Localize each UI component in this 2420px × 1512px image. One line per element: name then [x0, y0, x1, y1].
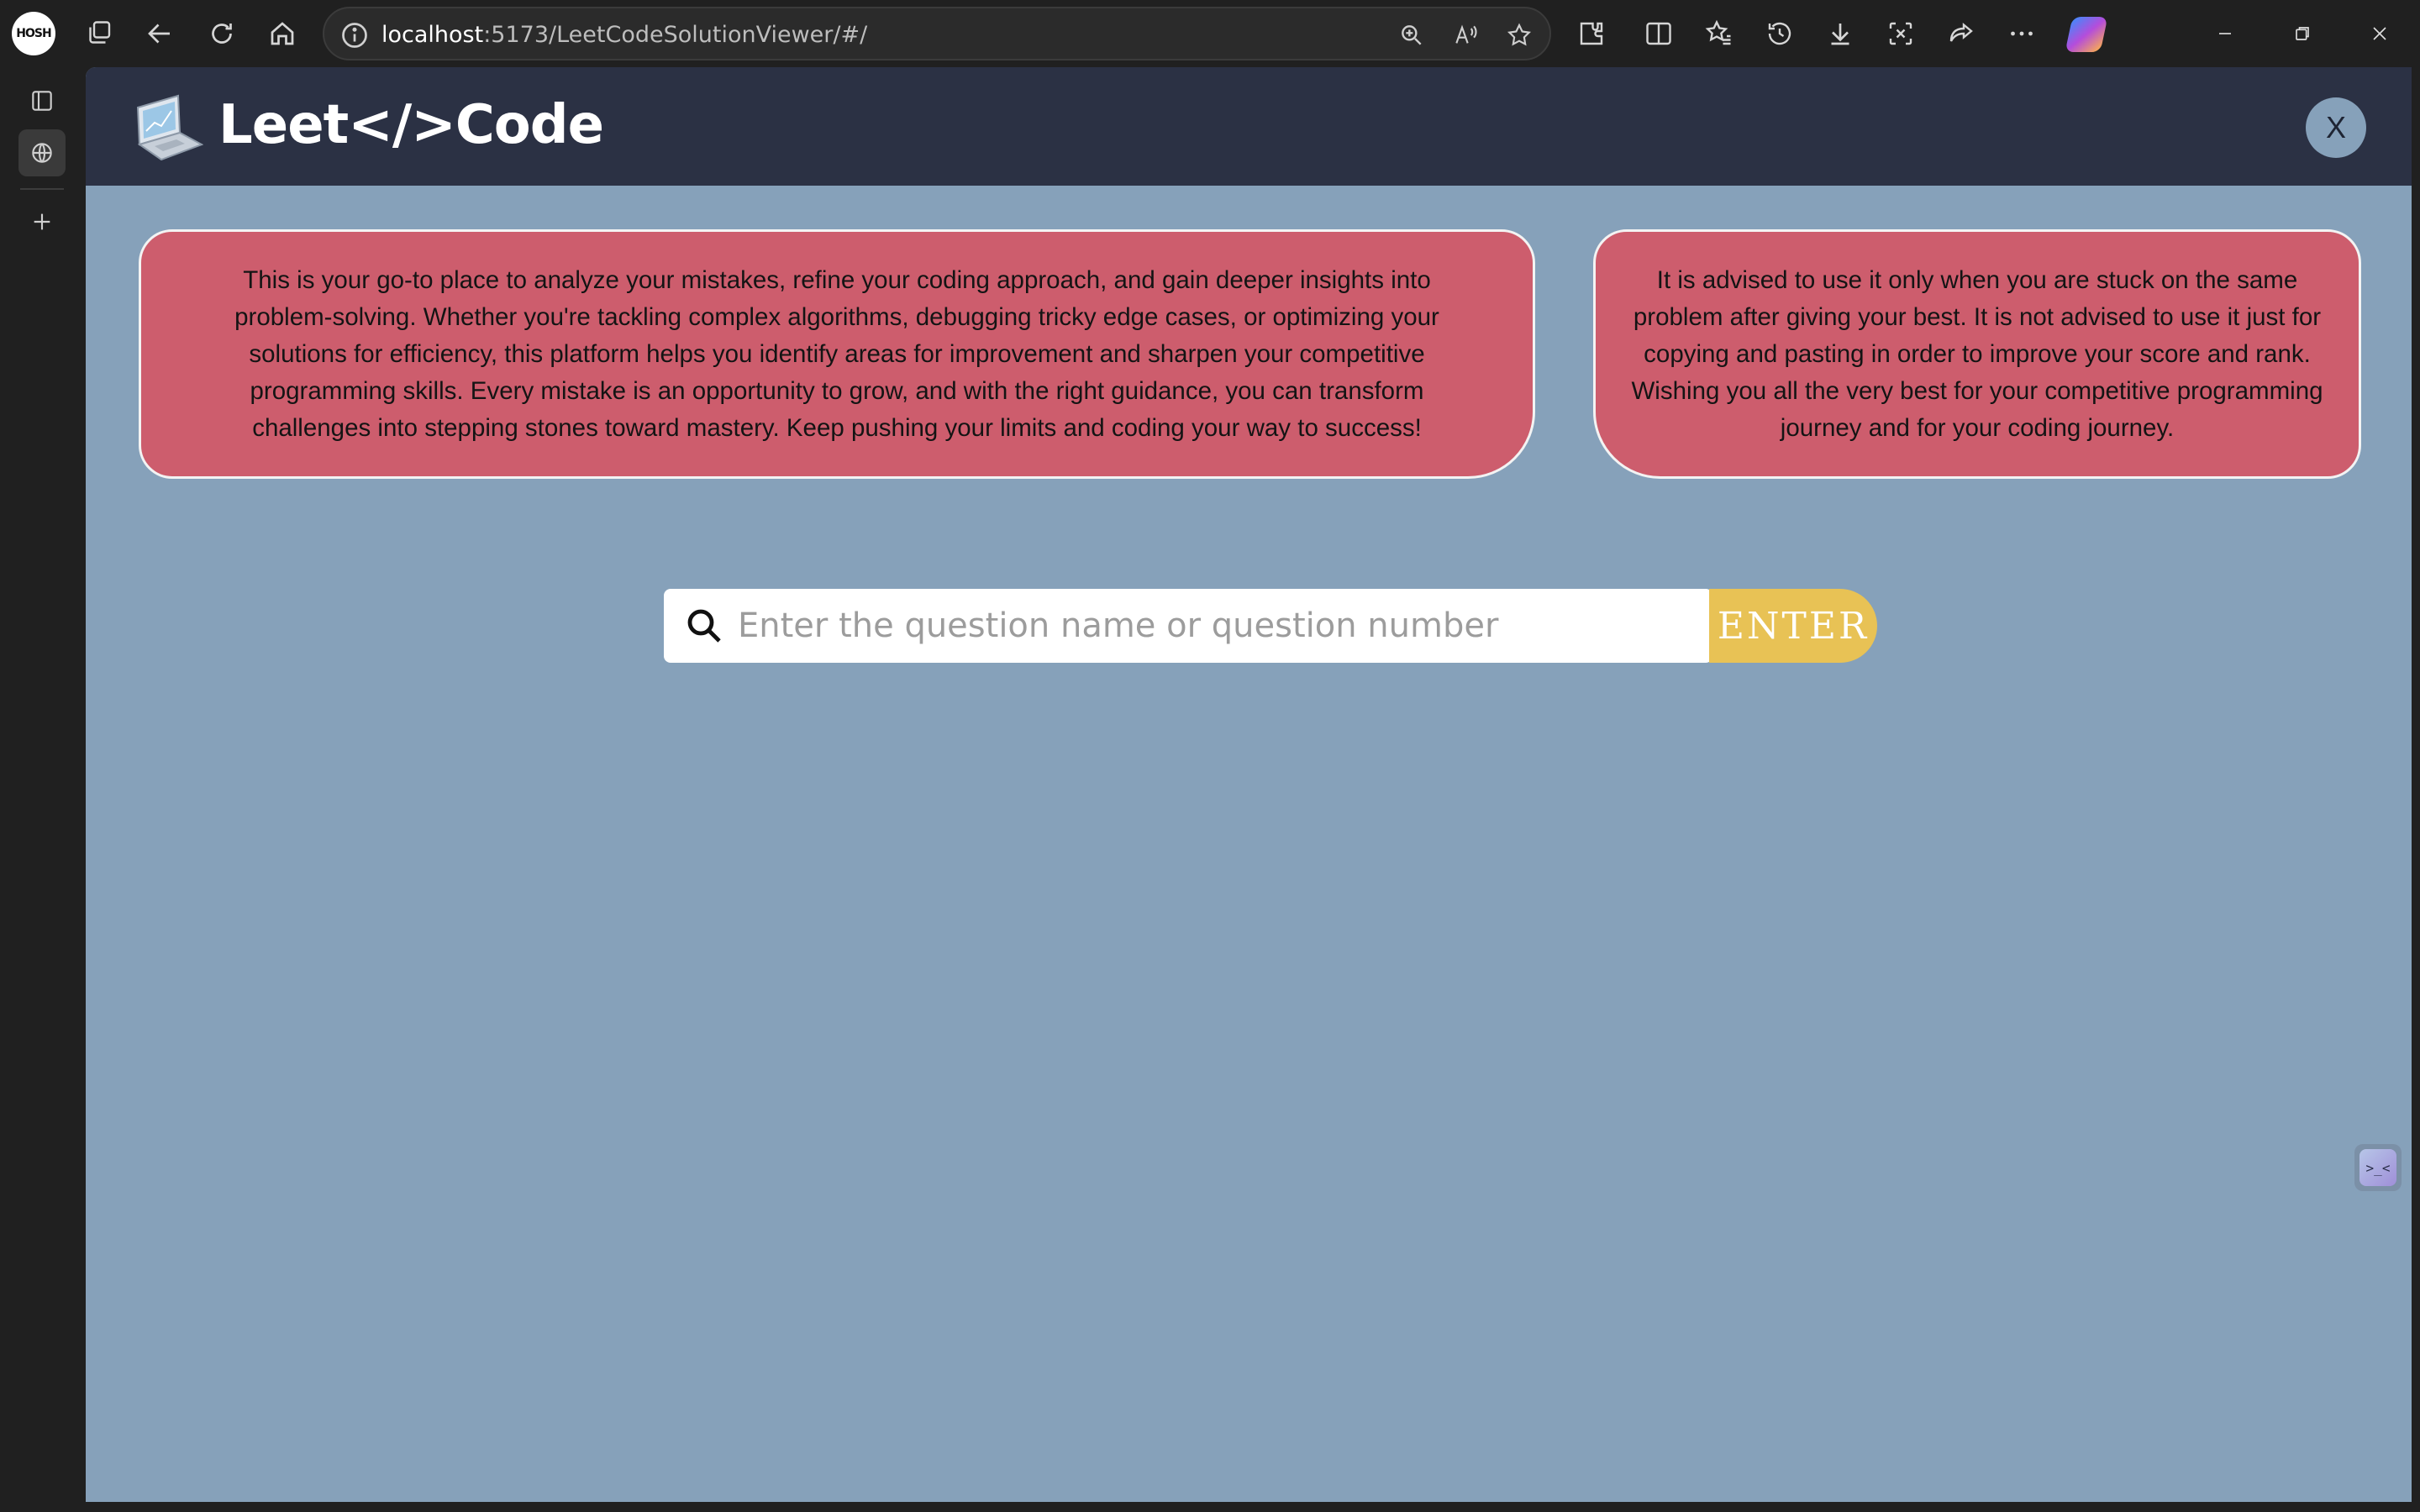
workspaces-icon[interactable]: [82, 17, 116, 50]
profile-avatar[interactable]: HOSH: [12, 12, 55, 55]
share-icon[interactable]: [1944, 17, 1978, 50]
history-icon[interactable]: [1763, 17, 1797, 50]
search-box: [664, 589, 1712, 663]
zoom-icon[interactable]: [1397, 20, 1427, 50]
site-info-icon[interactable]: [339, 20, 370, 50]
extensions-icon[interactable]: [1575, 17, 1608, 50]
refresh-icon[interactable]: [205, 17, 239, 50]
advice-text: It is advised to use it only when you ar…: [1631, 265, 2323, 442]
search-icon: [684, 606, 724, 646]
assistant-face-icon: >_<: [2360, 1149, 2396, 1186]
address-bar[interactable]: localhost:5173/LeetCodeSolutionViewer/#/: [323, 7, 1551, 60]
divider: [20, 188, 64, 190]
window-bottom-edge: [0, 1502, 2420, 1512]
home-icon[interactable]: [266, 17, 299, 50]
intro-card: This is your go-to place to analyze your…: [139, 229, 1535, 479]
screenshot-icon[interactable]: [1884, 17, 1918, 50]
app-header: Leet</>Code X: [86, 67, 2412, 186]
laptop-logo-icon: [129, 92, 204, 163]
favorites-icon[interactable]: [1702, 17, 1736, 50]
browser-toolbar: HOSH localhost:5173/LeetCodeSolutionView…: [0, 0, 2420, 67]
current-tab-globe-icon[interactable]: [18, 129, 66, 176]
downloads-icon[interactable]: [1823, 17, 1857, 50]
enter-button[interactable]: ENTER: [1709, 589, 1877, 663]
new-tab-plus-icon[interactable]: [18, 198, 66, 245]
close-button[interactable]: X: [2306, 97, 2366, 158]
url-path: :5173/LeetCodeSolutionViewer/#/: [483, 22, 868, 48]
url-text: localhost:5173/LeetCodeSolutionViewer/#/: [381, 22, 867, 48]
back-icon[interactable]: [143, 17, 176, 50]
vertical-tabs-strip: [0, 67, 84, 1512]
intro-text: This is your go-to place to analyze your…: [234, 265, 1439, 442]
restore-icon[interactable]: [2277, 15, 2328, 52]
more-options-icon[interactable]: [2005, 17, 2039, 50]
brand-title: Leet</>Code: [218, 94, 604, 156]
search-input[interactable]: [738, 599, 1696, 653]
read-aloud-icon[interactable]: [1450, 20, 1481, 50]
favorite-star-icon[interactable]: [1504, 20, 1534, 50]
copilot-icon[interactable]: [2065, 17, 2108, 52]
url-host: localhost: [381, 22, 484, 48]
advice-card: It is advised to use it only when you ar…: [1593, 229, 2361, 479]
tab-actions-icon[interactable]: [18, 77, 66, 124]
close-window-icon[interactable]: [2354, 15, 2405, 52]
page-viewport: Leet</>Code X This is your go-to place t…: [86, 67, 2412, 1502]
floating-assistant-tab[interactable]: >_<: [2354, 1144, 2402, 1191]
split-screen-icon[interactable]: [1642, 17, 1676, 50]
minimize-icon[interactable]: [2200, 15, 2250, 52]
